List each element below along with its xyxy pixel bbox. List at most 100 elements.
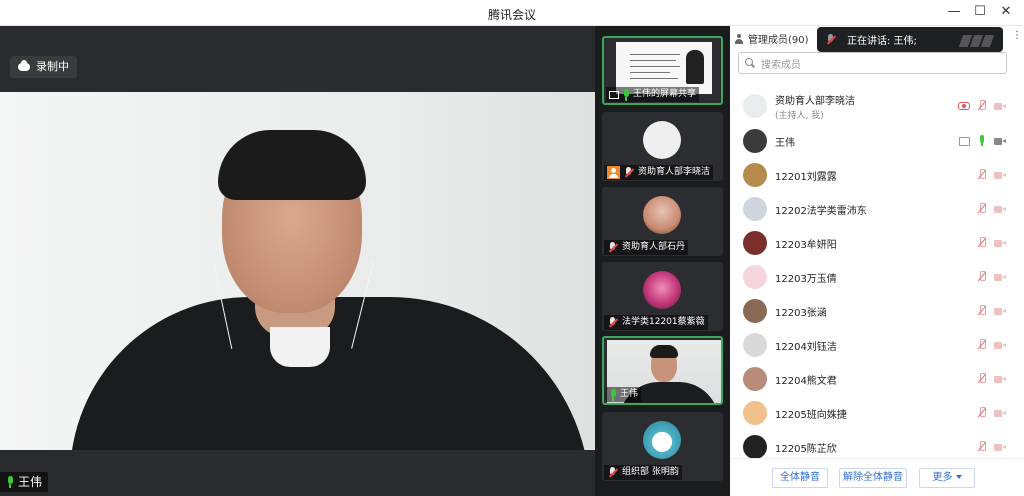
host-icon bbox=[607, 166, 620, 179]
member-row[interactable]: 12203牟妍阳 bbox=[730, 226, 1024, 260]
member-row[interactable]: 资助育人部李晓洁 (主持人, 我) bbox=[730, 87, 1024, 125]
member-name: 12204刘钰洁 bbox=[775, 341, 837, 353]
mic-off-icon[interactable] bbox=[976, 203, 988, 215]
mic-muted-icon bbox=[623, 166, 635, 179]
mic-muted-icon bbox=[607, 241, 619, 254]
main-speaker-tag: 王伟 bbox=[0, 472, 49, 492]
main-video[interactable]: 录制中 王伟 bbox=[0, 26, 595, 496]
member-row[interactable]: 12204熊文君 bbox=[730, 362, 1024, 396]
thumbnail-camera[interactable]: 王伟 bbox=[602, 336, 723, 405]
video-thumbnail-list[interactable]: 王伟的屏幕共享 资助育人部李晓洁 资助育人部石丹 法学类12201蔡紫薇 王伟 … bbox=[595, 26, 730, 496]
mic-off-icon[interactable] bbox=[976, 305, 988, 317]
member-name: 12203牟妍阳 bbox=[775, 239, 837, 251]
member-name: 12201刘露露 bbox=[775, 171, 837, 183]
thumbnail-label: 资助育人部李晓洁 bbox=[638, 167, 711, 177]
speaking-wave-icon bbox=[958, 33, 997, 47]
camera-feed bbox=[0, 92, 595, 450]
mic-off-icon[interactable] bbox=[976, 271, 988, 283]
close-icon[interactable]: ✕ bbox=[998, 3, 1014, 21]
participant-avatar bbox=[643, 271, 681, 309]
camera-off-icon[interactable] bbox=[994, 375, 1006, 384]
thumbnail-participant[interactable]: 资助育人部石丹 bbox=[602, 187, 723, 256]
cloud-icon bbox=[18, 60, 30, 71]
camera-off-icon[interactable] bbox=[994, 443, 1006, 452]
member-name: 资助育人部李晓洁 bbox=[775, 96, 855, 107]
member-avatar bbox=[743, 129, 767, 153]
member-avatar bbox=[743, 435, 767, 459]
member-row[interactable]: 12202法学类雷沛东 bbox=[730, 192, 1024, 226]
thumbnail-screen-share[interactable]: 王伟的屏幕共享 bbox=[602, 36, 723, 105]
member-search[interactable]: 搜索成员 bbox=[738, 52, 1007, 74]
mic-off-icon[interactable] bbox=[976, 441, 988, 453]
mic-off-icon[interactable] bbox=[976, 339, 988, 351]
title-bar: 腾讯会议 — ☐ ✕ bbox=[0, 0, 1024, 26]
camera-off-icon[interactable] bbox=[994, 273, 1006, 282]
recording-icon[interactable] bbox=[958, 102, 970, 110]
unmute-all-button[interactable]: 解除全体静音 bbox=[839, 468, 907, 488]
member-row[interactable]: 12204刘钰洁 bbox=[730, 328, 1024, 362]
member-avatar bbox=[743, 197, 767, 221]
mic-off-icon[interactable] bbox=[976, 100, 988, 112]
recording-label: 录制中 bbox=[36, 60, 69, 73]
member-row[interactable]: 12203万玉倩 bbox=[730, 260, 1024, 294]
search-icon bbox=[745, 58, 755, 68]
camera-off-icon[interactable] bbox=[994, 205, 1006, 214]
speaking-label: 正在讲话: 王伟; bbox=[847, 36, 917, 47]
thumbnail-label: 法学类12201蔡紫薇 bbox=[622, 317, 705, 327]
speaking-indicator: 正在讲话: 王伟; bbox=[817, 27, 1003, 52]
screen-share-icon[interactable] bbox=[959, 136, 970, 146]
member-role: (主持人, 我) bbox=[775, 111, 824, 121]
window-controls: — ☐ ✕ bbox=[946, 3, 1014, 21]
camera-off-icon[interactable] bbox=[994, 102, 1006, 111]
member-avatar bbox=[743, 94, 767, 118]
mic-muted-icon bbox=[607, 316, 619, 329]
maximize-icon[interactable]: ☐ bbox=[972, 3, 988, 21]
camera-off-icon[interactable] bbox=[994, 409, 1006, 418]
mic-muted-icon bbox=[825, 33, 837, 46]
mic-off-icon[interactable] bbox=[976, 169, 988, 181]
member-name: 12203万玉倩 bbox=[775, 273, 837, 285]
thumbnail-label: 组织部 张明韵 bbox=[622, 467, 679, 477]
meeting-window: 腾讯会议 — ☐ ✕ 录制中 王伟 王伟的屏幕共享 资助育人部李晓洁 资助育人部… bbox=[0, 0, 1024, 496]
mic-on-icon bbox=[609, 388, 617, 401]
more-button[interactable]: 更多 bbox=[919, 468, 975, 488]
member-row[interactable]: 王伟 bbox=[730, 124, 1024, 158]
camera-on-icon[interactable] bbox=[994, 137, 1006, 146]
mute-all-button[interactable]: 全体静音 bbox=[772, 468, 828, 488]
thumbnail-label: 王伟的屏幕共享 bbox=[633, 89, 697, 99]
thumbnail-participant[interactable]: 法学类12201蔡紫薇 bbox=[602, 262, 723, 331]
member-name: 12203张涵 bbox=[775, 307, 827, 319]
thumbnail-participant[interactable]: 资助育人部李晓洁 bbox=[602, 112, 723, 181]
member-row[interactable]: 12205班向姝捷 bbox=[730, 396, 1024, 430]
member-avatar bbox=[743, 333, 767, 357]
minimize-icon[interactable]: — bbox=[946, 3, 962, 21]
member-name: 12205陈芷欣 bbox=[775, 443, 837, 455]
mic-on-icon[interactable] bbox=[976, 135, 988, 147]
member-avatar bbox=[743, 163, 767, 187]
mic-muted-icon bbox=[607, 466, 619, 479]
camera-off-icon[interactable] bbox=[994, 171, 1006, 180]
participant-avatar bbox=[643, 196, 681, 234]
member-name: 王伟 bbox=[775, 137, 795, 149]
panel-menu-icon[interactable]: ⋮ bbox=[1012, 30, 1022, 41]
mic-off-icon[interactable] bbox=[976, 407, 988, 419]
camera-off-icon[interactable] bbox=[994, 341, 1006, 350]
member-row[interactable]: 12203张涵 bbox=[730, 294, 1024, 328]
thumbnail-label: 王伟 bbox=[620, 389, 639, 399]
camera-off-icon[interactable] bbox=[994, 239, 1006, 248]
mic-off-icon[interactable] bbox=[976, 373, 988, 385]
recording-badge[interactable]: 录制中 bbox=[10, 56, 77, 78]
member-name: 12202法学类雷沛东 bbox=[775, 205, 867, 217]
thumbnail-participant[interactable]: 组织部 张明韵 bbox=[602, 412, 723, 481]
window-title: 腾讯会议 bbox=[487, 8, 536, 22]
mic-off-icon[interactable] bbox=[976, 237, 988, 249]
participant-avatar bbox=[643, 421, 681, 459]
participant-avatar bbox=[643, 121, 681, 159]
screen-share-icon bbox=[609, 90, 619, 99]
camera-off-icon[interactable] bbox=[994, 307, 1006, 316]
members-panel: 管理成员(90) ⋮ 正在讲话: 王伟; 搜索成员 资助育人部李晓洁 (主持人,… bbox=[730, 26, 1024, 496]
member-row[interactable]: 12201刘露露 bbox=[730, 158, 1024, 192]
member-avatar bbox=[743, 367, 767, 391]
member-avatar bbox=[743, 401, 767, 425]
more-button-label: 更多 bbox=[932, 472, 953, 483]
